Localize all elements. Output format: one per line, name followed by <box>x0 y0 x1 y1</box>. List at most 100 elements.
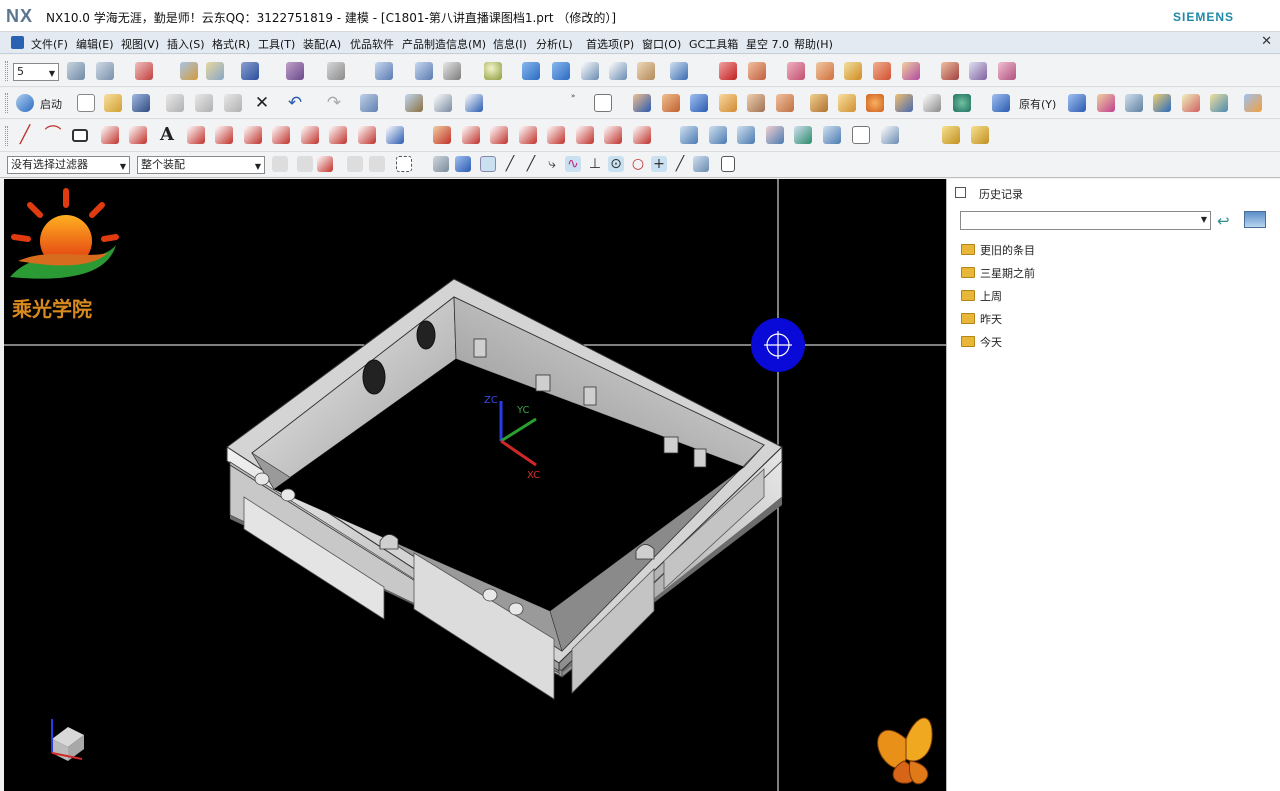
menu-assembly[interactable]: 装配(A) <box>303 36 341 52</box>
polygon-icon[interactable] <box>101 126 119 144</box>
trim-curve-icon[interactable] <box>462 126 480 144</box>
menu-file[interactable]: 文件(F) <box>31 36 68 52</box>
snap-center-icon[interactable]: ⊥ <box>587 156 603 172</box>
more-icon[interactable]: » <box>571 92 575 100</box>
pocket-icon[interactable] <box>747 94 765 112</box>
feature-8-icon[interactable] <box>941 62 959 80</box>
selection-tool-2-icon[interactable] <box>297 156 313 172</box>
select-icon[interactable] <box>241 62 259 80</box>
text-icon[interactable]: A <box>158 126 176 144</box>
snap-intersect-icon[interactable]: ∿ <box>565 156 581 172</box>
feature-1-icon[interactable] <box>719 62 737 80</box>
feature-9-icon[interactable] <box>969 62 987 80</box>
trim-icon[interactable] <box>923 94 941 112</box>
zoom-icon[interactable] <box>415 62 433 80</box>
view-trimetric-icon[interactable] <box>552 62 570 80</box>
history-item-yesterday[interactable]: 昨天 <box>961 311 1002 327</box>
history-item-today[interactable]: 今天 <box>961 334 1002 350</box>
wcs-icon[interactable] <box>135 62 153 80</box>
shell-icon[interactable] <box>810 94 828 112</box>
surface-4-icon[interactable] <box>766 126 784 144</box>
select-body-icon[interactable] <box>433 156 449 172</box>
snap-arc-center-icon[interactable]: ⊙ <box>608 156 624 172</box>
array-icon[interactable] <box>866 94 884 112</box>
combine-icon[interactable] <box>895 94 913 112</box>
surface-5-icon[interactable] <box>794 126 812 144</box>
feature-5-icon[interactable] <box>844 62 862 80</box>
rectangle-select-icon[interactable] <box>396 156 412 172</box>
toolbar-grip[interactable] <box>5 126 8 146</box>
snap-existing-icon[interactable]: + <box>651 156 667 172</box>
select-filter-icon[interactable] <box>360 94 378 112</box>
scope-select[interactable]: 整个装配 ▼ <box>137 156 265 174</box>
general-select-icon[interactable] <box>317 156 333 172</box>
menu-pmi[interactable]: 产品制造信息(M) <box>402 36 486 52</box>
surface-8-icon[interactable] <box>881 126 899 144</box>
snap-line-icon[interactable]: ╱ <box>502 156 518 172</box>
menu-edit[interactable]: 编辑(E) <box>76 36 114 52</box>
curve-length-icon[interactable] <box>547 126 565 144</box>
model-frame-part[interactable] <box>226 278 783 700</box>
datum-icon[interactable] <box>286 62 304 80</box>
rotate-icon[interactable] <box>443 62 461 80</box>
select-face-icon[interactable] <box>455 156 471 172</box>
menu-insert[interactable]: 插入(S) <box>167 36 205 52</box>
selection-tool-3-icon[interactable] <box>347 156 363 172</box>
hole-icon[interactable] <box>690 94 708 112</box>
history-filter-select[interactable]: ▼ <box>960 211 1211 230</box>
pad-icon[interactable] <box>776 94 794 112</box>
offset-icon[interactable] <box>1153 94 1171 112</box>
surface-6-icon[interactable] <box>823 126 841 144</box>
smooth-curve-icon[interactable] <box>576 126 594 144</box>
startup-label[interactable]: 启动 <box>40 96 62 112</box>
rectangle-icon[interactable] <box>72 129 88 142</box>
history-pin-checkbox[interactable] <box>955 187 966 198</box>
intersect-curve-icon[interactable] <box>329 126 347 144</box>
info-icon[interactable] <box>465 94 483 112</box>
surface-3-icon[interactable] <box>737 126 755 144</box>
snap-on-face-icon[interactable] <box>693 156 709 172</box>
shaded-icon[interactable] <box>484 62 502 80</box>
selection-tool-4-icon[interactable] <box>369 156 385 172</box>
menu-window[interactable]: 窗口(O) <box>642 36 681 52</box>
assembly-2-icon[interactable] <box>971 126 989 144</box>
menu-app-icon[interactable] <box>11 36 24 49</box>
menu-format[interactable]: 格式(R) <box>212 36 250 52</box>
graphics-window[interactable]: 乘光学院 ZC YC XC <box>4 179 946 791</box>
snap-grid-icon[interactable] <box>721 156 735 172</box>
startup-icon[interactable] <box>16 94 34 112</box>
pattern-icon[interactable] <box>838 94 856 112</box>
snap-icon[interactable] <box>180 62 198 80</box>
new-icon[interactable] <box>77 94 95 112</box>
snap-quadrant-icon[interactable]: ○ <box>630 156 646 172</box>
feature-10-icon[interactable] <box>998 62 1016 80</box>
layer-select[interactable]: 5 ▼ <box>13 63 59 81</box>
measure-icon[interactable] <box>327 62 345 80</box>
copy-icon[interactable] <box>195 94 213 112</box>
helix-icon[interactable] <box>215 126 233 144</box>
type-filter-select[interactable]: 没有选择过滤器 ▼ <box>7 156 130 174</box>
return-arrow-icon[interactable]: ↩ <box>1217 212 1230 230</box>
book-icon[interactable] <box>992 94 1010 112</box>
point-icon[interactable] <box>953 94 971 112</box>
menu-gc-toolbox[interactable]: GC工具箱 <box>689 36 738 52</box>
thicken-icon[interactable] <box>1125 94 1143 112</box>
menu-youpin[interactable]: 优品软件 <box>350 36 394 52</box>
orient-icon[interactable] <box>670 62 688 80</box>
toolbar-grip[interactable] <box>5 93 8 113</box>
display-icon[interactable] <box>434 94 452 112</box>
boss-icon[interactable] <box>719 94 737 112</box>
sync-modeling-icon[interactable] <box>1244 94 1262 112</box>
fit-icon[interactable] <box>375 62 393 80</box>
history-item-older[interactable]: 更旧的条目 <box>961 242 1035 258</box>
snap-point-icon[interactable] <box>206 62 224 80</box>
line-icon[interactable]: ╱ <box>16 126 34 144</box>
surface-7-icon[interactable] <box>852 126 870 144</box>
join-curve-icon[interactable] <box>604 126 622 144</box>
feature-3-icon[interactable] <box>787 62 805 80</box>
snap-control-icon[interactable]: ⤷ <box>544 156 560 172</box>
view-iso-icon[interactable] <box>522 62 540 80</box>
snap-mid-icon[interactable]: ╱ <box>523 156 539 172</box>
feature-7-icon[interactable] <box>902 62 920 80</box>
snap-on-curve-icon[interactable]: ╱ <box>672 156 688 172</box>
